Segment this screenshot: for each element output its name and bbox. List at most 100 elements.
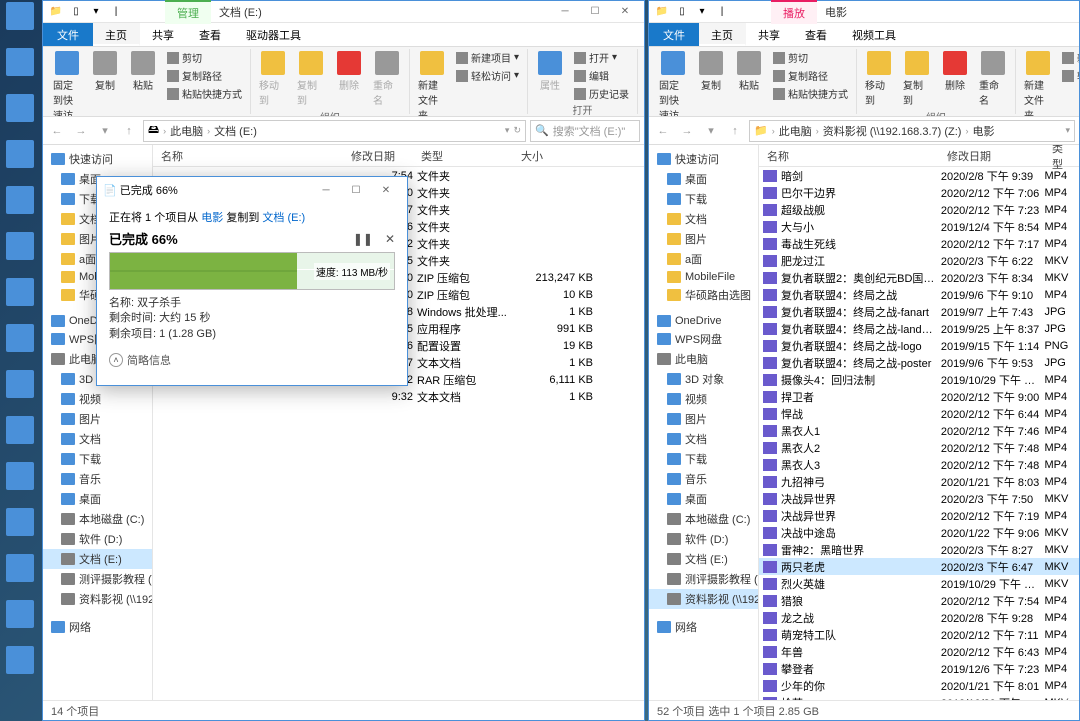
nav-network[interactable]: 网络 [43, 617, 152, 637]
nav-pictures2[interactable]: 图片 [43, 409, 152, 429]
desktop-icon[interactable] [2, 554, 38, 598]
file-row[interactable]: 黑衣人32020/2/12 下午 7:48MP4 [759, 456, 1079, 473]
tab-view[interactable]: 查看 [187, 23, 234, 46]
copy-dst-link[interactable]: 文档 (E:) [262, 212, 305, 224]
desktop-icon[interactable] [2, 2, 38, 46]
file-row[interactable]: 猎狼2020/2/12 下午 7:54MP4 [759, 592, 1079, 609]
nav-quick-access[interactable]: 快速访问 [43, 149, 152, 169]
copy-path-button[interactable]: 复制路径 [769, 67, 852, 84]
desktop-icon[interactable] [2, 370, 38, 414]
desktop-icon[interactable] [2, 278, 38, 322]
cut-button[interactable]: 剪切 [163, 49, 246, 66]
col-name[interactable]: 名称 [153, 148, 343, 164]
qat-btn[interactable]: ▯ [673, 3, 691, 21]
file-row[interactable]: 萌宠特工队2020/2/12 下午 7:11MP4 [759, 626, 1079, 643]
nav-photo-tutorial[interactable]: 测评摄影教程 (\\19 [649, 569, 758, 589]
nav-aface[interactable]: a面 [649, 249, 758, 269]
close-button[interactable]: ✕ [371, 180, 401, 200]
desktop-icon[interactable] [2, 462, 38, 506]
nav-music[interactable]: 音乐 [649, 469, 758, 489]
search-input[interactable]: 🔍搜索"文档 (E:)" [530, 120, 640, 142]
nav-desktop[interactable]: 桌面 [649, 169, 758, 189]
pin-quick-access-button[interactable]: 固定到快速访问 [655, 49, 691, 117]
fewer-details-button[interactable]: ˄ 简略信息 [109, 352, 395, 368]
copy-dialog-titlebar[interactable]: 📄 已完成 66% ─ ☐ ✕ [97, 177, 407, 203]
contextual-tab-manage[interactable]: 管理 [165, 0, 211, 24]
file-row[interactable]: 9:32文本文档1 KB [153, 388, 644, 405]
nav-pictures2[interactable]: 图片 [649, 409, 758, 429]
copyto-button[interactable]: 复制到 [899, 49, 935, 109]
file-row[interactable]: 决战异世界2020/2/3 下午 7:50MKV [759, 490, 1079, 507]
delete-button[interactable]: 删除 [937, 49, 973, 94]
pin-quick-access-button[interactable]: 固定到快速访问 [49, 49, 85, 117]
refresh-button[interactable]: ↻ [513, 125, 521, 136]
cancel-button[interactable]: ✕ [385, 232, 395, 246]
nav-edrive[interactable]: 文档 (E:) [649, 549, 758, 569]
tab-home[interactable]: 主页 [699, 23, 746, 46]
nav-desktop2[interactable]: 桌面 [649, 489, 758, 509]
forward-button[interactable]: → [677, 121, 697, 141]
nav-quick-access[interactable]: 快速访问 [649, 149, 758, 169]
address-bar[interactable]: 📁› 此电脑› 资料影视 (\\192.168.3.7) (Z:)› 电影 ▾ [749, 120, 1075, 142]
file-row[interactable]: 少年的你2020/1/21 下午 8:01MP4 [759, 677, 1079, 694]
nav-3d[interactable]: 3D 对象 [649, 369, 758, 389]
file-row[interactable]: 肥龙过江2020/2/3 下午 6:22MKV [759, 252, 1079, 269]
tab-file[interactable]: 文件 [43, 23, 93, 46]
address-bar[interactable]: 🖴› 此电脑› 文档 (E:) ▾ ↻ [143, 120, 526, 142]
nav-documents2[interactable]: 文档 [649, 429, 758, 449]
desktop-icon[interactable] [2, 140, 38, 184]
rename-button[interactable]: 重命名 [975, 49, 1011, 109]
paste-button[interactable]: 粘贴 [731, 49, 767, 94]
file-row[interactable]: 超级战舰2020/2/12 下午 7:23MP4 [759, 201, 1079, 218]
nav-edrive[interactable]: 文档 (E:) [43, 549, 152, 569]
nav-desktop2[interactable]: 桌面 [43, 489, 152, 509]
maximize-button[interactable]: ☐ [580, 2, 610, 22]
file-row[interactable]: 雷神2：黑暗世界2020/2/3 下午 8:27MKV [759, 541, 1079, 558]
easy-access-button[interactable]: 轻松访问 ▾ [452, 67, 523, 84]
select-none-button[interactable]: 全部取消 [642, 67, 644, 84]
nav-downloads2[interactable]: 下载 [649, 449, 758, 469]
moveto-button[interactable]: 移动到 [255, 49, 291, 109]
select-all-button[interactable]: 全部选择 [642, 49, 644, 66]
copy-button[interactable]: 复制 [87, 49, 123, 94]
nav-ddrive[interactable]: 软件 (D:) [43, 529, 152, 549]
paste-shortcut-button[interactable]: 粘贴快捷方式 [769, 85, 852, 102]
new-folder-button[interactable]: 新建文件夹 [414, 49, 450, 117]
nav-ddrive[interactable]: 软件 (D:) [649, 529, 758, 549]
desktop-icon[interactable] [2, 416, 38, 460]
tab-share[interactable]: 共享 [746, 23, 793, 46]
nav-music[interactable]: 音乐 [43, 469, 152, 489]
nav-mobilefile[interactable]: MobileFile [649, 269, 758, 285]
file-row[interactable]: 捍卫者2020/2/12 下午 9:00MP4 [759, 388, 1079, 405]
file-row[interactable]: 复仇者联盟4：终局之战-fanart2019/9/7 上午 7:43JPG [759, 303, 1079, 320]
file-row[interactable]: 复仇者联盟4：终局之战-landscape2019/9/25 上午 8:37JP… [759, 320, 1079, 337]
file-row[interactable]: 决战中途岛2020/1/22 下午 9:06MKV [759, 524, 1079, 541]
back-button[interactable]: ← [47, 121, 67, 141]
rename-button[interactable]: 重命名 [369, 49, 405, 109]
qat-btn[interactable]: ▾ [87, 3, 105, 21]
col-name[interactable]: 名称 [759, 148, 939, 164]
tab-file[interactable]: 文件 [649, 23, 699, 46]
up-button[interactable]: ↑ [119, 121, 139, 141]
nav-videos[interactable]: 视频 [649, 389, 758, 409]
moveto-button[interactable]: 移动到 [861, 49, 897, 109]
desktop-icon[interactable] [2, 94, 38, 138]
file-row[interactable]: 毒战生死线2020/2/12 下午 7:17MP4 [759, 235, 1079, 252]
file-row[interactable]: 复仇者联盟4：终局之战2019/9/6 下午 9:10MP4 [759, 286, 1079, 303]
properties-button[interactable]: 属性 [532, 49, 568, 94]
close-button[interactable]: ✕ [610, 2, 640, 22]
nav-downloads[interactable]: 下载 [649, 189, 758, 209]
nav-wps[interactable]: WPS网盘 [649, 329, 758, 349]
new-item-button[interactable]: 新建项目 ▾ [452, 49, 523, 66]
nav-zl-movies[interactable]: 资料影视 (\\192.16 [43, 589, 152, 609]
nav-zl-movies[interactable]: 资料影视 (\\192.16 [649, 589, 758, 609]
desktop-icon[interactable] [2, 646, 38, 690]
file-row[interactable]: 决战异世界2020/2/12 下午 7:19MP4 [759, 507, 1079, 524]
file-row[interactable]: 九招神弓2020/1/21 下午 8:03MP4 [759, 473, 1079, 490]
nav-thispc[interactable]: 此电脑 [649, 349, 758, 369]
desktop-icon[interactable] [2, 600, 38, 644]
maximize-button[interactable]: ☐ [341, 180, 371, 200]
file-row[interactable]: 攀登者2019/12/6 下午 7:23MP4 [759, 660, 1079, 677]
cut-button[interactable]: 剪切 [769, 49, 852, 66]
file-row[interactable]: 复仇者联盟4：终局之战-logo2019/9/15 下午 1:14PNG [759, 337, 1079, 354]
